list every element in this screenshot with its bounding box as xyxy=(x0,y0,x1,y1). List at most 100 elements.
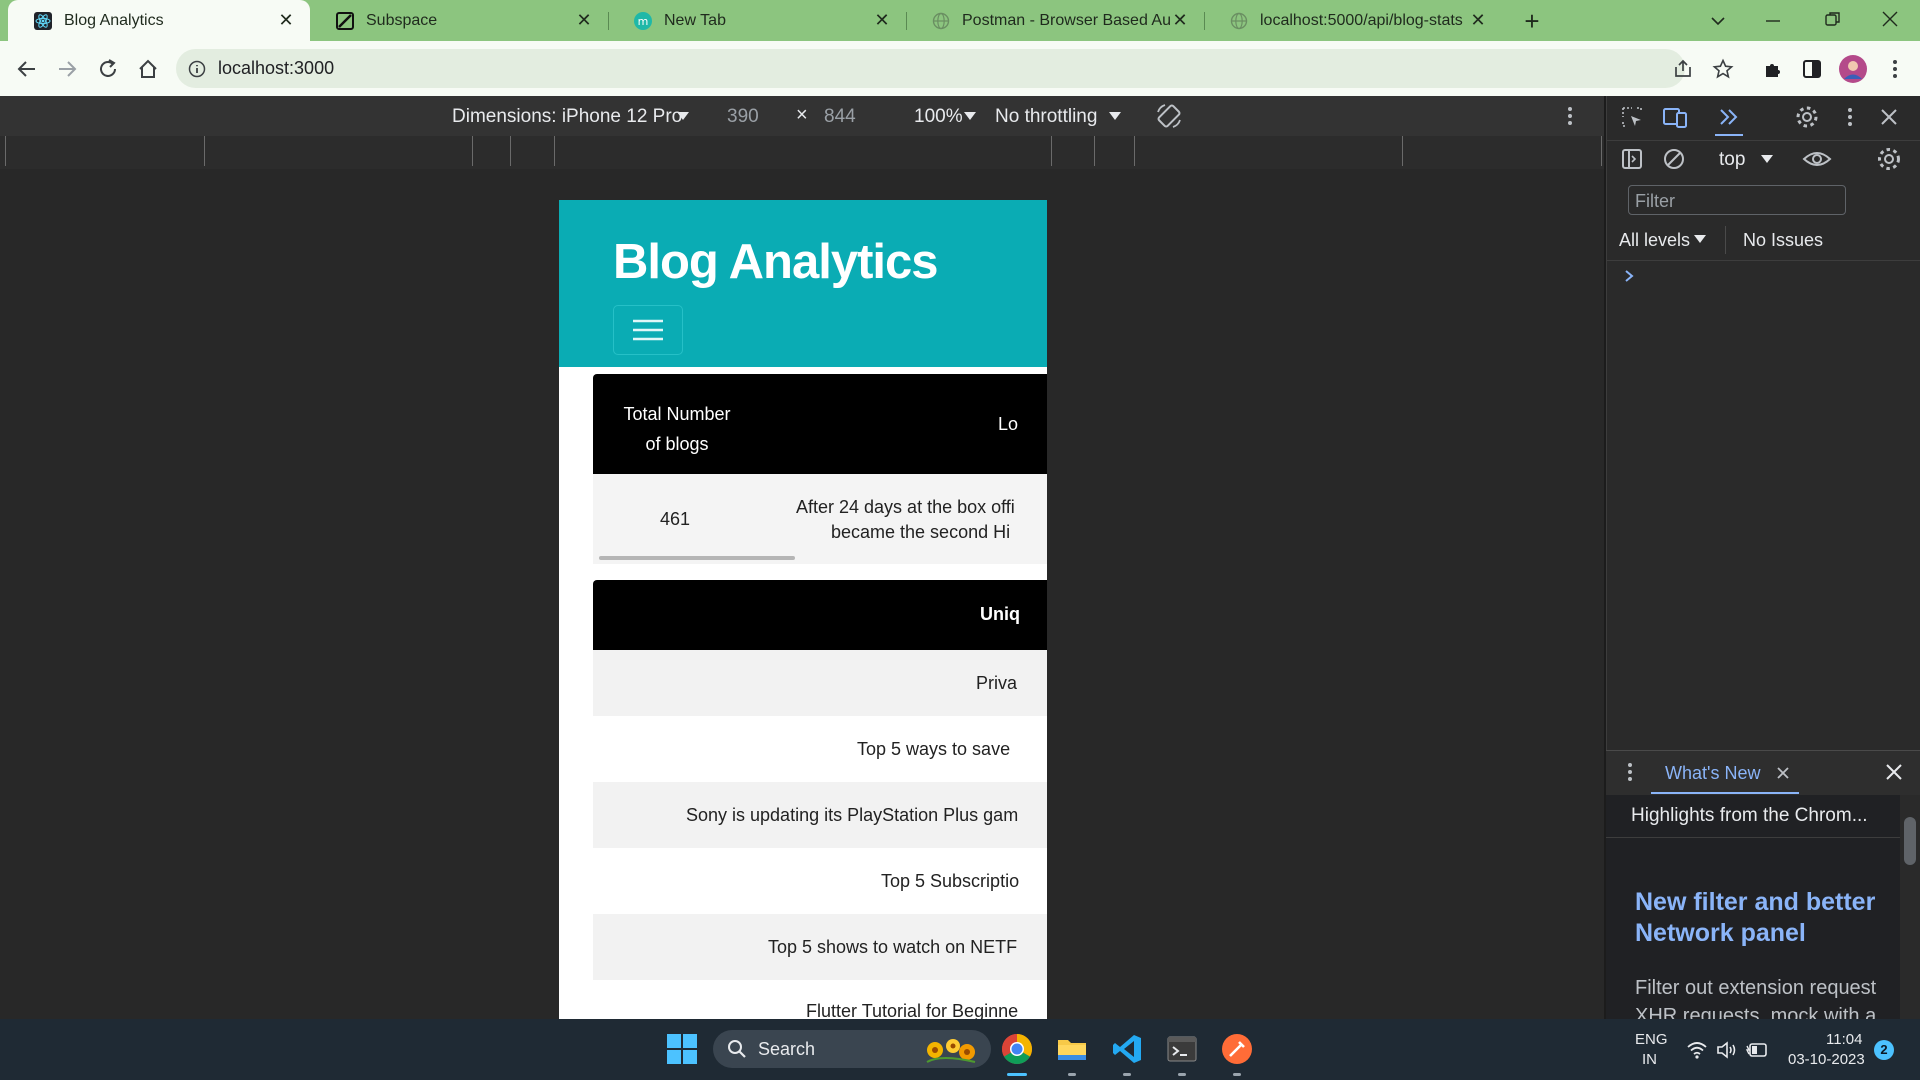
device-toolbar-more-icon[interactable] xyxy=(1561,105,1579,127)
close-tab-icon[interactable]: ✕ xyxy=(1170,10,1190,31)
zoom-select[interactable]: 100% xyxy=(914,106,963,128)
clock-time[interactable]: 11:04 xyxy=(1826,1031,1862,1048)
unique-blogs-table[interactable]: Uniq Priva Top 5 ways to save Sony is up… xyxy=(593,580,1047,1019)
reload-icon[interactable] xyxy=(97,58,119,80)
console-filter-input[interactable]: Filter xyxy=(1628,185,1846,215)
minimize-icon[interactable] xyxy=(1763,11,1783,31)
chrome-taskbar-icon[interactable] xyxy=(1000,1032,1034,1066)
language-indicator[interactable]: ENG xyxy=(1635,1031,1668,1048)
dropdown-arrow-icon[interactable] xyxy=(676,110,690,122)
media-query-bar[interactable] xyxy=(0,136,1604,170)
live-expression-eye-icon[interactable] xyxy=(1802,147,1832,171)
close-devtools-icon[interactable] xyxy=(1878,106,1900,128)
feature-description: XHR requests, mock with a xyxy=(1635,1005,1877,1019)
react-icon xyxy=(34,11,52,30)
extensions-icon[interactable] xyxy=(1762,58,1784,80)
clock-date[interactable]: 03-10-2023 xyxy=(1788,1051,1865,1068)
column-header-longest-blog: Lo xyxy=(998,414,1019,434)
side-panel-icon[interactable] xyxy=(1801,58,1823,80)
more-tabs-chevron-icon[interactable] xyxy=(1717,106,1741,128)
header-line: Total Number xyxy=(623,404,731,424)
tab-title: Postman - Browser Based Auth xyxy=(962,11,1170,29)
table-row: Top 5 Subscriptio xyxy=(593,848,1047,915)
home-icon[interactable] xyxy=(137,58,159,80)
dropdown-arrow-icon[interactable] xyxy=(1108,110,1122,122)
feature-headline[interactable]: Network panel xyxy=(1635,919,1806,948)
tab-search-chevron-icon[interactable] xyxy=(1708,11,1728,31)
url-text[interactable]: localhost:3000 xyxy=(218,58,334,79)
table-row: Top 5 ways to save xyxy=(593,716,1047,783)
hamburger-icon xyxy=(633,319,663,341)
drawer-scrollbar[interactable] xyxy=(1900,795,1920,1019)
inspect-element-icon[interactable] xyxy=(1620,105,1644,129)
tab-new-tab[interactable]: m New Tab ✕ xyxy=(608,0,906,41)
context-selector[interactable]: top xyxy=(1719,149,1745,171)
notification-badge[interactable]: 2 xyxy=(1874,1040,1894,1060)
omnibox[interactable] xyxy=(176,49,1685,88)
drawer-more-icon[interactable] xyxy=(1622,760,1638,784)
tab-postman[interactable]: Postman - Browser Based Auth ✕ xyxy=(906,0,1204,41)
tab-subspace[interactable]: Subspace ✕ xyxy=(310,0,608,41)
close-tab-icon[interactable]: ✕ xyxy=(1468,10,1488,31)
close-tab-icon[interactable]: ✕ xyxy=(276,10,296,31)
tab-blog-stats-api[interactable]: localhost:5000/api/blog-stats ✕ xyxy=(1204,0,1502,41)
bookmark-star-icon[interactable] xyxy=(1712,58,1734,80)
back-icon[interactable] xyxy=(16,58,38,80)
close-drawer-icon[interactable] xyxy=(1884,762,1904,782)
running-app-indicator xyxy=(1123,1073,1131,1076)
menu-toggle-button[interactable] xyxy=(613,305,683,355)
site-info-icon[interactable] xyxy=(188,60,206,78)
sidebar-toggle-icon[interactable] xyxy=(1620,147,1644,171)
volume-icon[interactable] xyxy=(1716,1040,1738,1060)
close-tab-icon[interactable]: ✕ xyxy=(574,10,594,31)
log-levels-select[interactable]: All levels xyxy=(1619,230,1690,251)
chrome-menu-icon[interactable] xyxy=(1884,58,1906,80)
close-tab-icon[interactable] xyxy=(1775,765,1791,781)
blog-title-cell: Flutter Tutorial for Beginne xyxy=(806,1001,1019,1019)
close-window-icon[interactable] xyxy=(1880,9,1900,29)
wifi-icon[interactable] xyxy=(1686,1040,1708,1060)
divider xyxy=(1606,260,1920,261)
tab-whats-new[interactable]: What's New xyxy=(1665,763,1760,784)
divider xyxy=(1725,226,1726,254)
settings-gear-icon[interactable] xyxy=(1794,104,1820,130)
device-width-input[interactable]: 390 xyxy=(727,106,759,128)
file-explorer-icon[interactable] xyxy=(1055,1032,1089,1066)
divider xyxy=(1606,140,1920,141)
devtools-more-icon[interactable] xyxy=(1842,105,1858,129)
device-toggle-icon[interactable] xyxy=(1662,105,1688,129)
stats-table[interactable]: Total Number of blogs Lo 461 After 24 da… xyxy=(593,374,1047,564)
page-title: Blog Analytics xyxy=(613,235,939,289)
issues-counter[interactable]: No Issues xyxy=(1743,230,1823,251)
rotate-icon[interactable] xyxy=(1154,101,1184,131)
search-label: Search xyxy=(758,1039,816,1059)
language-region[interactable]: IN xyxy=(1642,1051,1657,1068)
close-tab-icon[interactable]: ✕ xyxy=(872,10,892,31)
windows-start-icon[interactable] xyxy=(665,1032,699,1066)
throttling-select[interactable]: No throttling xyxy=(995,106,1097,128)
dropdown-arrow-icon[interactable] xyxy=(1760,153,1774,165)
share-icon[interactable] xyxy=(1672,58,1694,80)
horizontal-scrollbar[interactable] xyxy=(599,556,795,560)
new-tab-button[interactable]: + xyxy=(1512,6,1552,36)
postman-icon[interactable] xyxy=(1220,1032,1254,1066)
terminal-icon[interactable] xyxy=(1165,1032,1199,1066)
avatar[interactable] xyxy=(1838,54,1868,84)
dropdown-arrow-icon[interactable] xyxy=(1693,233,1707,245)
taskbar-search[interactable]: Search xyxy=(713,1030,991,1068)
battery-icon[interactable] xyxy=(1745,1041,1769,1059)
feature-description: Filter out extension request xyxy=(1635,977,1877,999)
scrollbar-thumb[interactable] xyxy=(1904,817,1916,865)
highlights-heading[interactable]: Highlights from the Chrom... xyxy=(1631,805,1868,827)
dropdown-arrow-icon[interactable] xyxy=(963,110,977,122)
feature-headline[interactable]: New filter and better xyxy=(1635,888,1875,917)
restore-icon[interactable] xyxy=(1823,9,1843,29)
console-settings-gear-icon[interactable] xyxy=(1875,145,1903,173)
clear-console-icon[interactable] xyxy=(1662,147,1686,171)
tab-blog-analytics[interactable]: Blog Analytics ✕ xyxy=(8,0,310,41)
vscode-icon[interactable] xyxy=(1110,1032,1144,1066)
forward-icon[interactable] xyxy=(56,58,78,80)
device-height-input[interactable]: 844 xyxy=(824,106,856,128)
device-dimensions-select[interactable]: Dimensions: iPhone 12 Pro xyxy=(452,106,682,128)
console-prompt-icon[interactable] xyxy=(1622,267,1636,285)
